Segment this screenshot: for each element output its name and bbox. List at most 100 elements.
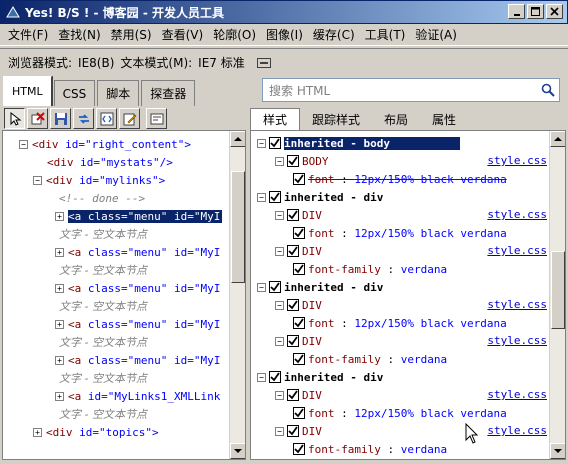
tree-row[interactable]: + <a class="menu" id="MyI	[55, 351, 220, 369]
inherited-group[interactable]: − inherited - div	[257, 368, 383, 386]
collapse-icon[interactable]: −	[33, 175, 42, 185]
property-name[interactable]: font	[308, 317, 335, 330]
property-value[interactable]: 12px/150% black verdana	[354, 317, 506, 330]
menu-validate[interactable]: 验证(A)	[415, 26, 457, 43]
search-input[interactable]: 搜索 HTML	[262, 78, 560, 102]
tree-row[interactable]: + <a id="MyLinks1_XMLLink	[55, 387, 220, 405]
expand-icon[interactable]: +	[55, 355, 64, 365]
inherited-group[interactable]: − inherited - body	[257, 134, 460, 152]
stylesheet-link[interactable]: style.css	[487, 208, 547, 221]
styles-panel[interactable]: − inherited - body − BODY style.css font : 12…	[250, 130, 566, 460]
css-rule[interactable]: − BODY	[275, 152, 329, 170]
menu-outline[interactable]: 轮廓(O)	[213, 26, 256, 43]
enable-checkbox[interactable]	[287, 299, 299, 311]
stylesheet-link[interactable]: style.css	[487, 244, 547, 257]
css-property[interactable]: font-family : verdana	[293, 260, 447, 278]
tab-script[interactable]: 脚本	[97, 80, 140, 106]
tree-row[interactable]: 文字 - 空文本节点	[59, 369, 147, 387]
expand-icon[interactable]: +	[55, 319, 64, 329]
css-rule[interactable]: − DIV	[275, 206, 322, 224]
tree-row[interactable]: 文字 - 空文本节点	[59, 297, 147, 315]
enable-checkbox[interactable]	[287, 209, 299, 221]
property-name[interactable]: font	[308, 407, 335, 420]
tree-row[interactable]: + <a class="menu" id="MyI	[55, 243, 220, 261]
scroll-down-button[interactable]	[230, 443, 245, 459]
css-property[interactable]: font : 12px/150% black verdana	[293, 314, 507, 332]
subtab-trace-styles[interactable]: 跟踪样式	[300, 108, 372, 130]
document-mode-value[interactable]: IE7 标准	[198, 54, 245, 71]
select-element-button[interactable]	[4, 108, 25, 129]
collapse-icon[interactable]: −	[257, 372, 266, 382]
enable-checkbox[interactable]	[293, 407, 305, 419]
minimize-button[interactable]	[508, 4, 525, 19]
css-rule[interactable]: − DIV	[275, 422, 322, 440]
styles-scrollbar[interactable]	[549, 131, 565, 459]
inherited-group[interactable]: − inherited - div	[257, 188, 383, 206]
dom-tree-panel[interactable]: − <div id="right_content"> <div id="mystat…	[2, 130, 246, 460]
collapse-icon[interactable]: −	[275, 336, 284, 346]
enable-checkbox[interactable]	[269, 137, 281, 149]
expand-icon[interactable]: +	[55, 283, 64, 293]
css-property[interactable]: font : 12px/150% black verdana	[293, 404, 507, 422]
edit-button[interactable]	[119, 108, 140, 129]
stylesheet-link[interactable]: style.css	[487, 334, 547, 347]
enable-checkbox[interactable]	[293, 173, 305, 185]
stylesheet-link[interactable]: style.css	[487, 424, 547, 437]
enable-checkbox[interactable]	[287, 155, 299, 167]
tree-row[interactable]: − <div id="right_content">	[19, 135, 191, 153]
tree-row[interactable]: + <a class="menu" id="MyI	[55, 315, 220, 333]
collapse-icon[interactable]: −	[275, 300, 284, 310]
tree-row[interactable]: + <a class="menu" id="MyI	[55, 279, 220, 297]
enable-checkbox[interactable]	[293, 353, 305, 365]
minimize-panel-icon[interactable]	[256, 57, 271, 68]
property-name[interactable]: font-family	[308, 353, 381, 366]
property-value[interactable]: 12px/150% black verdana	[354, 173, 506, 186]
enable-checkbox[interactable]	[293, 443, 305, 455]
collapse-icon[interactable]: −	[275, 246, 284, 256]
dom-view-button[interactable]	[96, 108, 117, 129]
enable-checkbox[interactable]	[287, 245, 299, 257]
menu-disable[interactable]: 禁用(S)	[111, 26, 152, 43]
tree-row[interactable]: 文字 - 空文本节点	[59, 405, 147, 423]
collapse-icon[interactable]: −	[275, 210, 284, 220]
enable-checkbox[interactable]	[287, 425, 299, 437]
css-rule[interactable]: − DIV	[275, 386, 322, 404]
collapse-icon[interactable]: −	[275, 390, 284, 400]
stylesheet-link[interactable]: style.css	[487, 298, 547, 311]
enable-checkbox[interactable]	[293, 227, 305, 239]
css-property[interactable]: font-family : verdana	[293, 440, 447, 458]
tree-row[interactable]: 文字 - 空文本节点	[59, 261, 147, 279]
word-wrap-button[interactable]	[146, 108, 167, 129]
subtab-layout[interactable]: 布局	[372, 108, 420, 130]
property-value[interactable]: verdana	[401, 353, 447, 366]
search-icon[interactable]	[541, 83, 555, 97]
stylesheet-link[interactable]: style.css	[487, 154, 547, 167]
tree-row[interactable]: 文字 - 空文本节点	[59, 333, 147, 351]
expand-icon[interactable]: +	[55, 247, 64, 257]
collapse-icon[interactable]: −	[257, 282, 266, 292]
tree-row[interactable]: 文字 - 空文本节点	[59, 225, 147, 243]
menu-find[interactable]: 查找(N)	[58, 26, 100, 43]
tree-row[interactable]: <!-- done -->	[59, 189, 145, 207]
close-button[interactable]	[546, 4, 563, 19]
property-value[interactable]: verdana	[401, 263, 447, 276]
menu-cache[interactable]: 缓存(C)	[313, 26, 355, 43]
dom-tree-scrollbar[interactable]	[229, 131, 245, 459]
menu-view[interactable]: 查看(V)	[162, 26, 204, 43]
collapse-icon[interactable]: −	[275, 156, 284, 166]
menu-file[interactable]: 文件(F)	[8, 26, 48, 43]
property-name[interactable]: font-family	[308, 443, 381, 456]
enable-checkbox[interactable]	[287, 335, 299, 347]
browser-mode-value[interactable]: IE8(B)	[78, 56, 114, 70]
expand-icon[interactable]: +	[55, 391, 64, 401]
css-property[interactable]: font : 12px/150% black verdana	[293, 170, 507, 188]
menu-images[interactable]: 图像(I)	[266, 26, 303, 43]
property-name[interactable]: font	[308, 227, 335, 240]
stylesheet-link[interactable]: style.css	[487, 388, 547, 401]
enable-checkbox[interactable]	[287, 389, 299, 401]
collapse-icon[interactable]: −	[19, 139, 28, 149]
enable-checkbox[interactable]	[269, 371, 281, 383]
css-property[interactable]: font-family : verdana	[293, 350, 447, 368]
css-rule[interactable]: − DIV	[275, 242, 322, 260]
refresh-button[interactable]	[73, 108, 94, 129]
